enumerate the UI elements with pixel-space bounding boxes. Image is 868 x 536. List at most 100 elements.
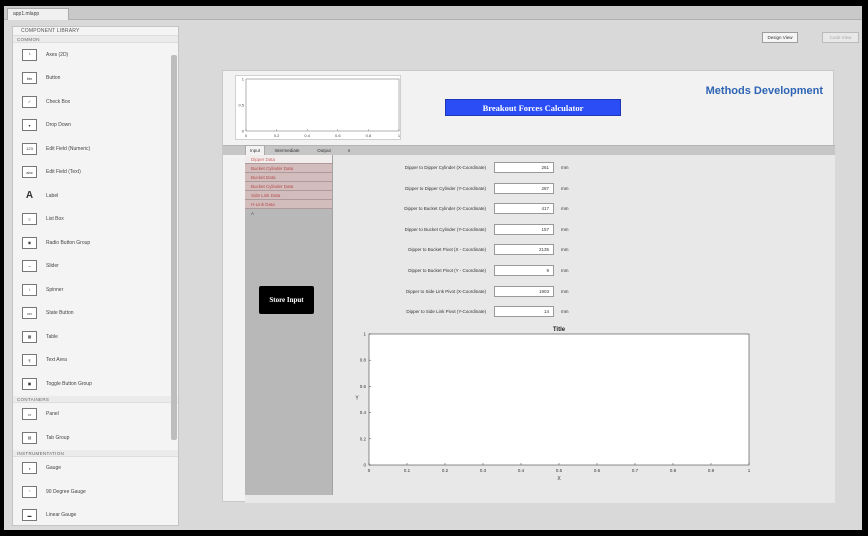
field-label: Dipper to Side Link Pivot (X-Coordinate) (405, 288, 486, 294)
numeric-field[interactable]: 417 (494, 203, 554, 215)
x-tick-label: 0.7 (632, 468, 639, 473)
component-library-title: COMPONENT LIBRARY (13, 27, 178, 36)
library-item[interactable]: A Label (13, 184, 178, 208)
component-library: COMPONENT LIBRARY COMMON └ Axes (2D) btn Bu… (12, 26, 179, 526)
library-item-label: Text Area (46, 357, 67, 364)
y-tick-label: 0.2 (360, 436, 367, 441)
library-item-label: Toggle Button Group (46, 380, 92, 387)
calculator-title-button[interactable]: Breakout Forces Calculator (445, 99, 621, 116)
x-tick-label: 0.6 (594, 468, 601, 473)
x-axis-label: X (557, 476, 561, 482)
numeric-field[interactable]: 261 (494, 162, 554, 173)
chart-title: Title (553, 327, 566, 333)
library-item[interactable]: ¶ Text Area (13, 349, 178, 373)
y-tick-label: 0.4 (360, 410, 367, 415)
library-item-label: 90 Degree Gauge (46, 488, 86, 495)
x-tick-label: 0.3 (480, 468, 487, 473)
library-item-label: Button (46, 75, 61, 82)
input-row: Dipper to Dipper Cylinder (Y-Coordinate)… (351, 182, 651, 194)
library-item[interactable]: ↕ Spinner (13, 278, 178, 302)
library-item[interactable]: on State Button (13, 302, 178, 326)
code-view-button[interactable]: Code View (822, 32, 859, 43)
output-axes[interactable]: Title 0 0.1 0.2 0.3 0.4 0.5 0.6 0.7 0.8 0.9 1 0 0.2 0.… (354, 324, 754, 486)
library-scrollbar[interactable] (171, 55, 177, 440)
mini-y-tick-label: 0.5 (238, 103, 244, 108)
y-tick-label: 0.6 (360, 384, 367, 389)
x-tick-label: 0.5 (556, 468, 563, 473)
library-item-label: Axes (2D) (46, 51, 69, 58)
input-row: Dipper to Bucket Pivot (X - Coordinate) 2… (351, 244, 651, 256)
side-list-item[interactable]: Bucket Cylinder Data (245, 182, 332, 191)
numeric-field[interactable]: 14 (494, 306, 554, 318)
library-item-label: Spinner (46, 286, 64, 293)
library-item[interactable]: ▤ Tab Group (13, 426, 178, 450)
plot-area (368, 333, 750, 466)
x-tick-label: 0 (368, 468, 371, 473)
design-view-button[interactable]: Design View (762, 32, 798, 43)
side-list-item[interactable]: Side Link Data (245, 191, 332, 200)
library-item[interactable]: ─ Slider (13, 255, 178, 279)
mini-x-tick-label: 1 (398, 133, 401, 138)
unit-label: mm (561, 309, 569, 315)
app-designer-window: app1.mlapp COMPONENT LIBRARY COMMON └ Axe… (4, 6, 862, 530)
document-tab[interactable]: app1.mlapp (7, 8, 69, 20)
library-item[interactable]: ▾ Drop Down (13, 114, 178, 138)
library-item[interactable]: ▣ Toggle Button Group (13, 372, 178, 396)
input-row: Dipper to Bucket Cylinder (X-Coordinate)… (351, 203, 651, 215)
numeric-field[interactable]: 157 (494, 223, 554, 235)
library-item[interactable]: └ Axes (2D) (13, 43, 178, 67)
y-axis-label: Y (355, 396, 359, 402)
library-item[interactable]: ≡ List Box (13, 208, 178, 232)
numeric-field[interactable]: 9 (494, 265, 554, 276)
mini-axes-plot: 0 0.2 0.4 0.6 0.8 110.50 (238, 77, 401, 139)
toggle-group-icon: ▣ (22, 377, 37, 390)
library-item[interactable]: ▦ Table (13, 325, 178, 349)
unit-label: mm (561, 288, 569, 294)
ninety-gauge-icon: ◝ (22, 485, 37, 498)
mini-x-tick-label: 0 (245, 133, 248, 138)
x-tick-label: 0.4 (518, 468, 525, 473)
library-item-label: Slider (46, 263, 59, 270)
library-item[interactable]: ◑ Gauge (13, 457, 178, 481)
library-item-label: Drop Down (46, 122, 72, 129)
x-tick-label: 0.2 (442, 468, 449, 473)
library-item[interactable]: ◉ Radio Button Group (13, 231, 178, 255)
library-item[interactable]: ✓ Check Box (13, 90, 178, 114)
mini-axes[interactable]: 0 0.2 0.4 0.6 0.8 1 1 0.5 0 (235, 75, 401, 140)
library-item-label: Radio Button Group (46, 239, 91, 246)
side-list: Dipper Data Bucket Cylinder Data Bucket … (245, 155, 333, 495)
library-item-label: Linear Gauge (46, 512, 77, 519)
x-tick-label: 0.1 (404, 468, 411, 473)
panel-icon: ▭ (22, 408, 37, 421)
store-input-button[interactable]: Store Input (259, 286, 314, 314)
field-label: Dipper to Dipper Cylinder (Y-Coordinate) (405, 185, 486, 191)
library-item[interactable]: 123 Edit Field (Numeric) (13, 137, 178, 161)
text-field-icon: abc (22, 166, 37, 179)
side-list-item[interactable]: Dipper Data (245, 155, 332, 164)
side-list-item[interactable]: Bucket Cylinder Data (245, 164, 332, 173)
unit-label: mm (561, 185, 569, 191)
library-item[interactable]: ▬ Linear Gauge (13, 504, 178, 526)
numeric-field[interactable]: 1903 (494, 285, 554, 297)
x-tick-label: 1 (748, 468, 751, 473)
numeric-field[interactable]: 287 (494, 182, 554, 194)
library-item[interactable]: abc Edit Field (Text) (13, 161, 178, 185)
field-label: Dipper to Bucket Cylinder (X-Coordinate) (404, 206, 486, 212)
side-list-item[interactable]: Bucket Data (245, 173, 332, 182)
y-tick-label: 0 (363, 463, 366, 468)
side-list-item[interactable]: H-Link Data (245, 200, 332, 209)
mini-x-tick-label: 0.4 (304, 133, 310, 138)
side-list-item[interactable]: A (245, 209, 332, 218)
input-row: Dipper to Dipper Cylinder (X-Coordinate)… (351, 162, 651, 173)
unit-label: mm (561, 247, 569, 253)
library-item[interactable]: ▭ Panel (13, 403, 178, 427)
numeric-field[interactable]: 2135 (494, 244, 554, 256)
field-label: Dipper to Side Link Pivot (Y-Coordinate) (406, 309, 486, 315)
library-item[interactable]: btn Button (13, 67, 178, 91)
mini-y-tick-label: 1 (242, 77, 245, 82)
y-tick-label: 1 (363, 332, 366, 337)
checkbox-icon: ✓ (22, 95, 37, 108)
field-label: Dipper to Bucket Pivot (X - Coordinate) (408, 247, 486, 253)
radio-group-icon: ◉ (22, 236, 37, 249)
library-item[interactable]: ◝ 90 Degree Gauge (13, 480, 178, 504)
